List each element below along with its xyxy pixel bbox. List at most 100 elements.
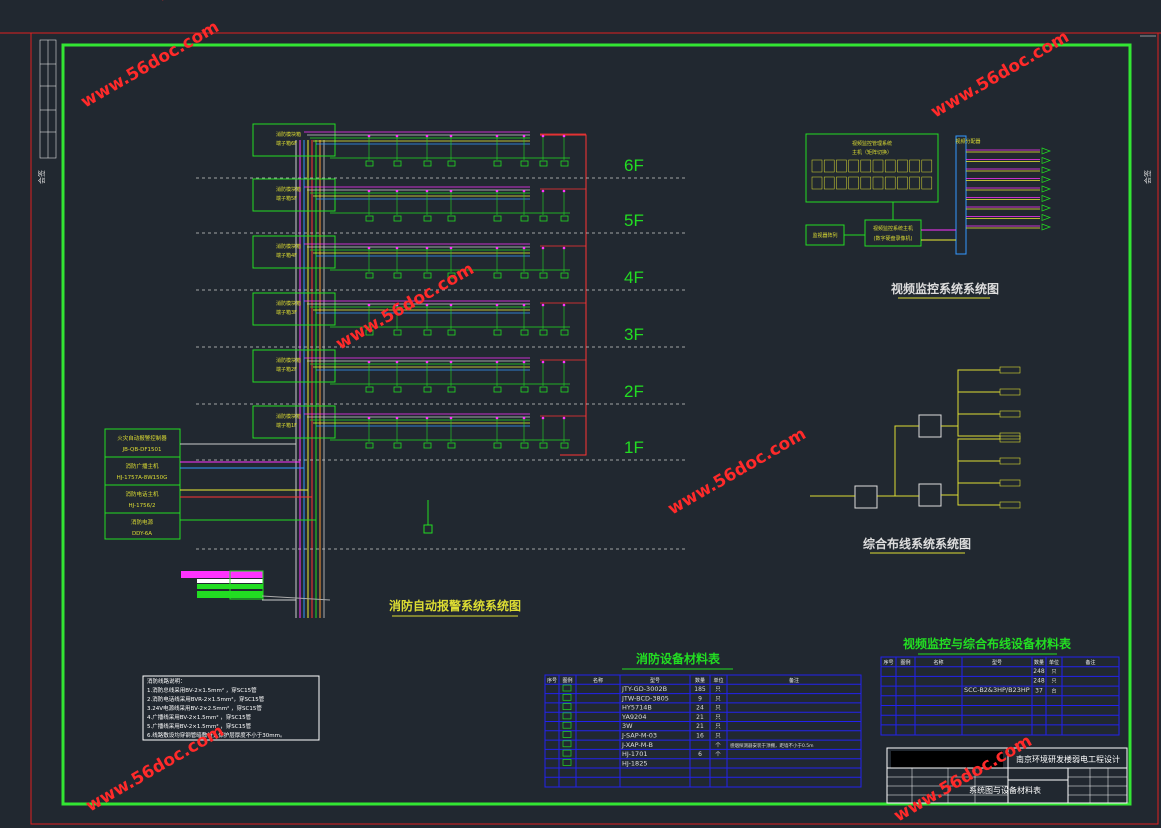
fire-header-1: 图例	[562, 677, 572, 684]
device-node-1F-4	[495, 416, 499, 420]
floor-module-floor-1F: 端子箱1F	[276, 422, 297, 429]
camera-icon-6	[1041, 204, 1051, 212]
device-node-3F-0	[367, 303, 371, 307]
cabling-system-title: 综合布线系统系统图	[863, 536, 971, 551]
device-2F-3	[447, 386, 456, 393]
floor-module-5F	[252, 178, 336, 212]
video-unit-0: 只	[1051, 669, 1056, 675]
watermark-2: www.56doc.com	[928, 27, 1073, 122]
fire-symbol-7	[562, 749, 572, 757]
device-5F-5	[520, 215, 529, 222]
video-cabling-table: 序号 图例 名称 型号 数量 单位 备注 248 只 248 只 37 台 SCC-B2&3HP/B23H…	[880, 656, 1120, 736]
outlet-0-1	[999, 388, 1021, 396]
video-channel-1-8	[909, 176, 920, 190]
panel-power-model: DDY-6A	[132, 531, 152, 537]
watermark-7: www.56doc.com	[891, 731, 1036, 826]
video-unit-2: 台	[1051, 687, 1056, 694]
fire-model-8: HJ-1825	[622, 759, 647, 767]
floor-module-1F	[252, 405, 336, 439]
device-2F-1	[393, 386, 402, 393]
floor-module-6F	[252, 123, 336, 157]
outlet-line-0-2	[941, 413, 1000, 427]
video-count-1: 248	[1033, 678, 1045, 685]
device-3F-6	[539, 329, 548, 336]
device-node-2F-5	[522, 360, 526, 364]
device-node-6F-1	[395, 134, 399, 138]
device-5F-3	[447, 215, 456, 222]
device-node-2F-1	[395, 360, 399, 364]
watermark-3: www.56doc.com	[973, 0, 1118, 2]
device-2F-0	[365, 386, 374, 393]
outlet-line-0-1	[941, 391, 1000, 427]
device-node-4F-7	[562, 246, 566, 250]
outlet-line-1-0	[941, 438, 1000, 496]
panel-phone-model: HJ-1756/2	[129, 503, 156, 509]
device-node-6F-5	[522, 134, 526, 138]
device-2F-7	[560, 386, 569, 393]
video-channel-0-8	[909, 159, 920, 173]
device-1F-5	[520, 442, 529, 449]
floor-module-floor-6F: 端子箱6F	[276, 140, 297, 147]
device-node-3F-7	[562, 303, 566, 307]
fire-equipment-table: 序号 图例 名称 型号 数量 单位 备注 JTY-GD-3002B 185 只 JTW-BCD-38…	[544, 674, 862, 788]
device-3F-7	[560, 329, 569, 336]
device-5F-4	[493, 215, 502, 222]
device-1F-2	[423, 442, 432, 449]
outlet-line-1-2	[941, 482, 1000, 496]
camera-icon-3	[1041, 175, 1051, 184]
device-node-2F-2	[425, 360, 429, 364]
fire-count-0: 185	[694, 686, 706, 693]
device-node-4F-6	[541, 246, 545, 250]
video-channel-0-7	[897, 159, 908, 173]
floor-module-label-2F: 消防模块箱	[276, 357, 301, 364]
floor-module-floor-5F: 端子箱5F	[276, 195, 297, 202]
note-line-4: 4.广播线采用BV-2×1.5mm² ，穿SC15管	[147, 713, 252, 721]
device-node-3F-6	[541, 303, 545, 307]
video-channel-0-2	[836, 159, 847, 173]
device-node-5F-3	[449, 189, 453, 193]
video-unit-1: 只	[1051, 679, 1056, 685]
device-3F-1	[393, 329, 402, 336]
video-channel-0-1	[823, 159, 835, 173]
device-node-4F-3	[449, 246, 453, 250]
fire-unit-4: 只	[715, 723, 721, 730]
device-1F-1	[393, 442, 402, 449]
wire-legend	[181, 570, 264, 600]
device-1F-0	[365, 442, 374, 449]
floor-module-floor-2F: 端子箱2F	[276, 366, 297, 373]
fire-model-7: HJ-1701	[622, 750, 647, 758]
video-header-3: 型号	[992, 659, 1002, 666]
svg-text:主机（矩阵切换）: 主机（矩阵切换）	[852, 149, 892, 156]
device-1F-3	[447, 442, 456, 449]
note-line-3: 3.24V电源线采用BV-2×2.5mm² ，穿SC15管	[147, 704, 262, 712]
device-node-5F-5	[522, 189, 526, 193]
video-channel-0-9	[921, 159, 933, 173]
note-line-1: 1.消防总线采用BV-2×1.5mm² ，穿SC15管	[147, 686, 257, 694]
device-node-6F-4	[495, 134, 499, 138]
video-table-title: 视频监控与综合布线设备材料表	[903, 636, 1072, 651]
device-3F-2	[423, 329, 432, 336]
device-1F-6	[539, 442, 548, 449]
fire-unit-1: 只	[715, 695, 721, 702]
panel-broadcast-name: 消防广播主机	[125, 462, 159, 470]
camera-icon-2	[1041, 166, 1051, 174]
device-5F-7	[560, 215, 569, 222]
video-channel-1-7	[897, 176, 908, 190]
device-node-4F-2	[425, 246, 429, 250]
camera-icon-1	[1041, 156, 1051, 165]
device-4F-2	[423, 272, 432, 279]
device-5F-0	[365, 215, 374, 222]
floor-distribution-upper	[918, 414, 942, 438]
fire-header-0: 序号	[547, 677, 557, 684]
video-channel-0-0	[811, 159, 823, 173]
device-node-1F-3	[449, 416, 453, 420]
device-4F-5	[520, 272, 529, 279]
device-6F-2	[423, 160, 432, 167]
panel-broadcast-model: HJ-1757A-8W150G	[117, 475, 168, 481]
camera-icon-7	[1041, 213, 1051, 222]
device-node-2F-0	[367, 360, 371, 364]
video-channel-0-4	[860, 159, 872, 173]
outlet-line-1-3	[941, 494, 1000, 506]
device-node-6F-6	[541, 134, 545, 138]
device-node-6F-2	[425, 134, 429, 138]
